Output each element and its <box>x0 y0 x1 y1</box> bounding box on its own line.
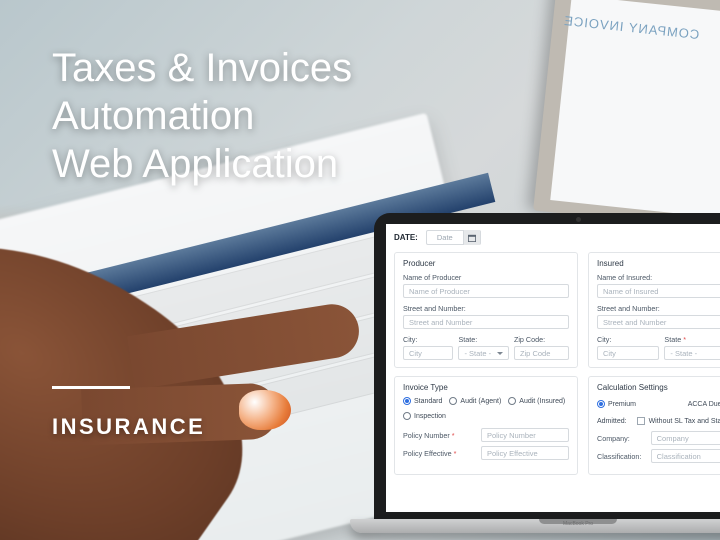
admitted-checkbox[interactable]: Without SL Tax and Sta <box>637 417 720 425</box>
radio-icon <box>403 412 411 420</box>
laptop-deck: MacBook Pro <box>350 519 720 533</box>
radio-premium[interactable]: Premium <box>597 400 636 408</box>
headline-line: Web Application <box>52 142 338 186</box>
radio-inspection[interactable]: Inspection <box>403 412 446 420</box>
acca-label: ACCA Dues: <box>688 401 720 408</box>
field-label: Name of Producer <box>403 273 569 282</box>
calendar-icon[interactable] <box>463 230 480 245</box>
field-label: Name of Insured: <box>597 273 720 282</box>
camera-dot <box>576 217 581 222</box>
policy-effective-input[interactable]: Policy Effective <box>481 446 569 460</box>
panel-title: Insured <box>597 259 720 268</box>
radio-icon <box>449 397 457 405</box>
field-label: City: <box>403 335 453 344</box>
producer-zip-input[interactable]: Zip Code <box>514 346 569 360</box>
laptop-mockup: DATE: Date Producer N <box>374 213 720 540</box>
insured-name-input[interactable]: Name of Insured <box>597 284 720 298</box>
field-label: Zip Code: <box>514 335 569 344</box>
field-label: City: <box>597 335 659 344</box>
insured-street-input[interactable]: Street and Number <box>597 315 720 329</box>
field-label: Street and Number: <box>403 304 569 313</box>
field-label: Street and Number: <box>597 304 720 313</box>
radio-audit-agent[interactable]: Audit (Agent) <box>449 397 501 405</box>
company-select[interactable]: Company <box>651 431 720 445</box>
category-label: INSURANCE <box>52 414 205 440</box>
headline: Taxes & Invoices Automation Web Applicat… <box>52 44 352 188</box>
radio-icon <box>508 397 516 405</box>
producer-city-input[interactable]: City <box>403 346 453 360</box>
field-label: Company: <box>597 434 643 443</box>
insured-panel: Insured Name of Insured: Name of Insured… <box>588 252 720 368</box>
producer-street-input[interactable]: Street and Number <box>403 315 569 329</box>
invoice-type-panel: Invoice Type Standard Audit (Agent) Audi… <box>394 376 578 475</box>
admitted-label: Admitted: <box>597 418 627 425</box>
producer-state-select[interactable]: - State - <box>458 346 508 360</box>
date-input[interactable]: Date <box>426 230 481 245</box>
panel-title: Invoice Type <box>403 383 569 392</box>
panel-title: Producer <box>403 259 569 268</box>
nail-prop <box>239 390 291 430</box>
date-label: DATE: <box>394 233 418 242</box>
panel-title: Calculation Settings <box>597 383 720 392</box>
radio-standard[interactable]: Standard <box>403 397 442 405</box>
chevron-down-icon <box>497 352 503 355</box>
calculation-panel: Calculation Settings Premium ACCA Dues: … <box>588 376 720 475</box>
field-label: Classification: <box>597 452 643 461</box>
insured-state-select[interactable]: - State - <box>664 346 720 360</box>
field-label: Policy Number * <box>403 431 473 440</box>
producer-panel: Producer Name of Producer Name of Produc… <box>394 252 578 368</box>
insured-city-input[interactable]: City <box>597 346 659 360</box>
classification-select[interactable]: Classification <box>651 449 720 463</box>
field-label: State: <box>458 335 508 344</box>
producer-name-input[interactable]: Name of Producer <box>403 284 569 298</box>
date-placeholder: Date <box>427 233 463 242</box>
policy-number-input[interactable]: Policy Number <box>481 428 569 442</box>
laptop-model: MacBook Pro <box>563 521 593 527</box>
headline-line: Automation <box>52 94 254 138</box>
radio-icon <box>403 397 411 405</box>
radio-icon <box>597 400 605 408</box>
app-screen: DATE: Date Producer N <box>386 224 720 512</box>
radio-audit-insured[interactable]: Audit (Insured) <box>508 397 565 405</box>
invoice-type-radios: Standard Audit (Agent) Audit (Insured) I… <box>403 397 569 420</box>
divider <box>52 386 130 389</box>
field-label: Policy Effective * <box>403 449 473 458</box>
field-label: State * <box>664 335 720 344</box>
headline-line: Taxes & Invoices <box>52 46 352 90</box>
checkbox-icon <box>637 417 645 425</box>
